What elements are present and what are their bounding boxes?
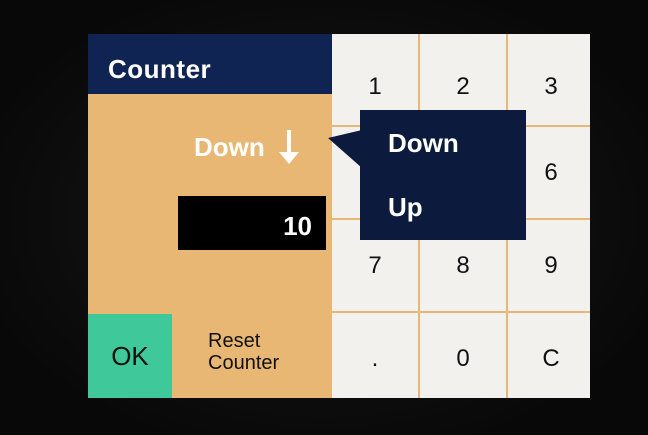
dropdown-pointer <box>328 130 362 168</box>
counter-panel: Counter Down 10 OK Reset Counter <box>88 34 332 398</box>
touch-screen: Counter Down 10 OK Reset Counter 1 2 3 4… <box>88 34 590 398</box>
key-decimal[interactable]: . <box>332 313 418 398</box>
direction-selector[interactable]: Down <box>194 127 301 167</box>
ok-button[interactable]: OK <box>88 314 172 398</box>
page-title: Counter <box>108 54 212 84</box>
arrow-down-icon <box>277 128 301 166</box>
reset-label-line2: Counter <box>208 352 280 374</box>
dropdown-option-up[interactable]: Up <box>388 192 423 223</box>
title-bar: Counter <box>88 34 332 94</box>
reset-counter-button[interactable]: Reset Counter <box>208 330 328 374</box>
counter-value-display[interactable]: 10 <box>178 196 326 250</box>
direction-dropdown-menu: Down Up <box>360 110 526 240</box>
dropdown-option-down[interactable]: Down <box>388 128 459 159</box>
key-0[interactable]: 0 <box>420 313 506 398</box>
reset-label-line1: Reset <box>208 330 261 352</box>
direction-label: Down <box>194 131 265 162</box>
key-clear[interactable]: C <box>508 313 590 398</box>
